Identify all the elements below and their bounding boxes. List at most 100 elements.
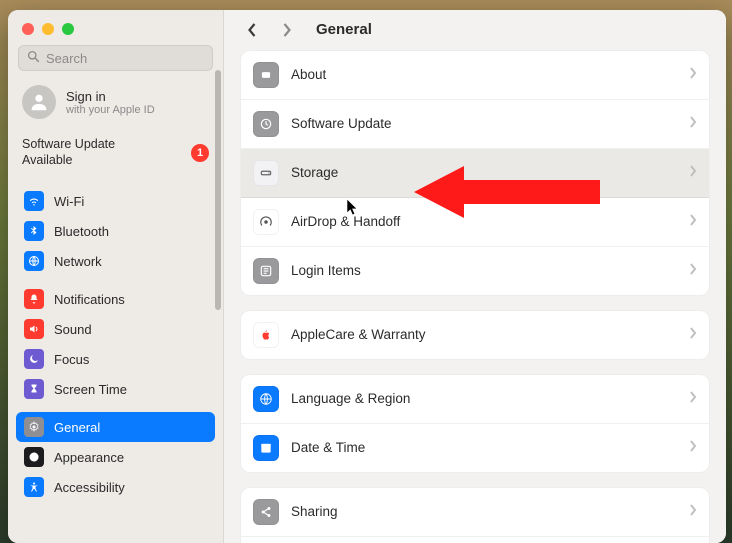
datetime-icon: 7 — [253, 435, 279, 461]
sidebar-item-label: Appearance — [54, 450, 124, 465]
sidebar-item-screen-time[interactable]: Screen Time — [16, 374, 215, 404]
sidebar-item-focus[interactable]: Focus — [16, 344, 215, 374]
bluetooth-icon — [24, 221, 44, 241]
sidebar: Sign in with your Apple ID Software Upda… — [8, 10, 224, 543]
sidebar-item-bluetooth[interactable]: Bluetooth — [16, 216, 215, 246]
chevron-right-icon — [689, 214, 697, 229]
sharing-icon — [253, 499, 279, 525]
content-area: About Software Update Storage AirDrop & Han… — [224, 50, 726, 543]
main-panel: General About Software Update Storage AirDr… — [224, 10, 726, 543]
chevron-right-icon — [689, 67, 697, 82]
row-label: Date & Time — [291, 440, 677, 455]
account-sign-in[interactable]: Sign in with your Apple ID — [16, 83, 215, 131]
chevron-right-icon — [689, 263, 697, 278]
chevron-right-icon — [689, 391, 697, 406]
back-button[interactable] — [242, 20, 262, 40]
row-label: AirDrop & Handoff — [291, 214, 677, 229]
row-label: AppleCare & Warranty — [291, 327, 677, 342]
globe-icon — [24, 251, 44, 271]
settings-group: AppleCare & Warranty — [240, 310, 710, 360]
sidebar-item-label: Network — [54, 254, 102, 269]
sidebar-item-label: Screen Time — [54, 382, 127, 397]
settings-row-airdrop-handoff[interactable]: AirDrop & Handoff — [241, 198, 709, 247]
svg-text:7: 7 — [265, 447, 268, 452]
update-badge: 1 — [191, 144, 209, 162]
settings-group: Sharing Time Machine — [240, 487, 710, 543]
account-title: Sign in — [66, 89, 155, 104]
sidebar-item-label: General — [54, 420, 100, 435]
gear-icon — [24, 417, 44, 437]
settings-row-time-machine[interactable]: Time Machine — [241, 537, 709, 543]
sidebar-item-label: Bluetooth — [54, 224, 109, 239]
sidebar-item-label: Accessibility — [54, 480, 125, 495]
speaker-icon — [24, 319, 44, 339]
appearance-icon — [24, 447, 44, 467]
sidebar-group-network: Wi-Fi Bluetooth Network — [16, 186, 215, 276]
moon-icon — [24, 349, 44, 369]
sidebar-group-system: General Appearance Accessibility — [16, 412, 215, 502]
about-icon — [253, 62, 279, 88]
search-input[interactable] — [46, 51, 204, 66]
sidebar-item-sound[interactable]: Sound — [16, 314, 215, 344]
settings-window: Sign in with your Apple ID Software Upda… — [8, 10, 726, 543]
search-field[interactable] — [18, 45, 213, 71]
row-label: Software Update — [291, 116, 677, 131]
account-text: Sign in with your Apple ID — [66, 89, 155, 116]
search-icon — [27, 50, 40, 66]
settings-group: Language & Region 7 Date & Time — [240, 374, 710, 473]
chevron-right-icon — [689, 504, 697, 519]
bell-icon — [24, 289, 44, 309]
sidebar-item-label: Notifications — [54, 292, 125, 307]
sidebar-item-appearance[interactable]: Appearance — [16, 442, 215, 472]
settings-row-login-items[interactable]: Login Items — [241, 247, 709, 295]
login-icon — [253, 258, 279, 284]
row-label: Language & Region — [291, 391, 677, 406]
applecare-icon — [253, 322, 279, 348]
settings-row-sharing[interactable]: Sharing — [241, 488, 709, 537]
hourglass-icon — [24, 379, 44, 399]
airdrop-icon — [253, 209, 279, 235]
toolbar: General — [224, 10, 726, 50]
wifi-icon — [24, 191, 44, 211]
chevron-right-icon — [689, 165, 697, 180]
sidebar-scrollbar-thumb[interactable] — [215, 70, 221, 310]
settings-group: About Software Update Storage AirDrop & Han… — [240, 50, 710, 296]
account-subtitle: with your Apple ID — [66, 104, 155, 116]
minimize-window-button[interactable] — [42, 23, 54, 35]
sidebar-scrollbar[interactable] — [215, 70, 221, 533]
sidebar-item-network[interactable]: Network — [16, 246, 215, 276]
row-label: About — [291, 67, 677, 82]
sidebar-item-notifications[interactable]: Notifications — [16, 284, 215, 314]
settings-row-storage[interactable]: Storage — [241, 149, 709, 198]
sidebar-item-wi-fi[interactable]: Wi-Fi — [16, 186, 215, 216]
settings-row-language-region[interactable]: Language & Region — [241, 375, 709, 424]
storage-icon — [253, 160, 279, 186]
update-icon — [253, 111, 279, 137]
accessibility-icon — [24, 477, 44, 497]
forward-button[interactable] — [276, 20, 296, 40]
sidebar-item-label: Focus — [54, 352, 89, 367]
row-label: Login Items — [291, 263, 677, 278]
chevron-right-icon — [689, 440, 697, 455]
sidebar-item-label: Sound — [54, 322, 92, 337]
window-controls — [16, 20, 215, 45]
update-label: Software Update Available — [22, 137, 162, 168]
close-window-button[interactable] — [22, 23, 34, 35]
chevron-right-icon — [689, 116, 697, 131]
sidebar-item-accessibility[interactable]: Accessibility — [16, 472, 215, 502]
zoom-window-button[interactable] — [62, 23, 74, 35]
sidebar-item-general[interactable]: General — [16, 412, 215, 442]
settings-row-about[interactable]: About — [241, 51, 709, 100]
avatar-icon — [22, 85, 56, 119]
page-title: General — [316, 21, 372, 38]
settings-row-software-update[interactable]: Software Update — [241, 100, 709, 149]
row-label: Sharing — [291, 504, 677, 519]
sidebar-group-alerts: Notifications Sound Focus Screen Time — [16, 284, 215, 404]
settings-row-date-time[interactable]: 7 Date & Time — [241, 424, 709, 472]
row-label: Storage — [291, 165, 677, 180]
chevron-right-icon — [689, 327, 697, 342]
sidebar-item-label: Wi-Fi — [54, 194, 84, 209]
language-icon — [253, 386, 279, 412]
software-update-notice[interactable]: Software Update Available 1 — [16, 131, 215, 178]
settings-row-applecare-warranty[interactable]: AppleCare & Warranty — [241, 311, 709, 359]
